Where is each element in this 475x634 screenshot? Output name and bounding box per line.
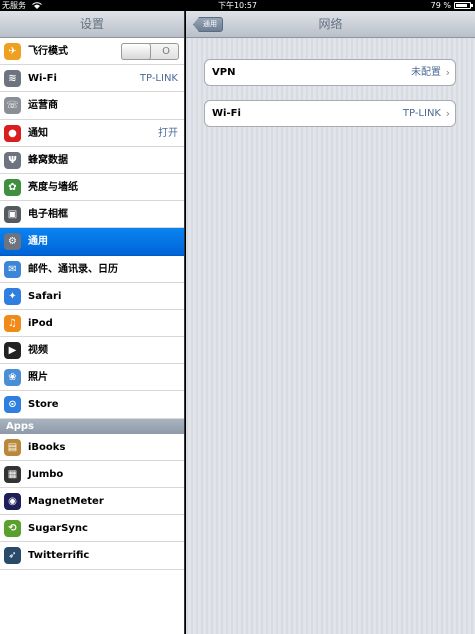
sidebar-item-label: Wi-Fi xyxy=(28,73,57,85)
sidebar-item-detail: TP-LINK xyxy=(139,73,178,85)
sidebar-item-label: SugarSync xyxy=(28,523,88,535)
sidebar-item-label: 视频 xyxy=(28,345,48,357)
magnet-icon: ◉ xyxy=(4,493,21,510)
airplane-mode-toggle[interactable]: O xyxy=(121,43,179,60)
sidebar-item-magnet[interactable]: ◉ MagnetMeter xyxy=(0,488,184,516)
back-button[interactable]: 通用 xyxy=(193,17,223,32)
sidebar-item-label: 通知 xyxy=(28,127,48,139)
video-icon: ▶ xyxy=(4,342,21,360)
sidebar-item-label: 照片 xyxy=(28,372,48,384)
sidebar-item-antenna[interactable]: Ψ 蜂窝数据 xyxy=(0,146,184,174)
chevron-right-icon: › xyxy=(445,66,450,79)
sync-icon: ⟲ xyxy=(4,520,21,538)
sidebar-item-video[interactable]: ▶ 视频 xyxy=(0,337,184,365)
sidebar-item-book[interactable]: ▤ iBooks xyxy=(0,433,184,461)
sidebar-item-bird[interactable]: ➶ Twitterrific xyxy=(0,542,184,570)
toggle-knob xyxy=(121,43,151,60)
sidebar-item-label: iPod xyxy=(28,317,53,329)
settings-sidebar: 设置 ✈ 飞行模式 O ≋ Wi-Fi TP-LINK ☏ 运营商 ● 通知 打开 Ψ 蜂窝数据 ✿ 亮度与… xyxy=(0,11,185,634)
settings-list: ✈ 飞行模式 O ≋ Wi-Fi TP-LINK ☏ 运营商 ● 通知 打开 Ψ 蜂窝数据 ✿ 亮度与墙纸 ▣… xyxy=(0,38,184,419)
battery-percent: 79 % xyxy=(430,1,451,10)
sidebar-item-detail: 打开 xyxy=(158,127,178,139)
sidebar-item-mail[interactable]: ✉ 邮件、通讯录、日历 xyxy=(0,255,184,283)
mail-icon: ✉ xyxy=(4,260,21,278)
sidebar-item-label: 运营商 xyxy=(28,100,58,112)
sidebar-item-label: 电子相框 xyxy=(28,209,68,221)
airplane-icon: ✈ xyxy=(4,43,21,60)
book-icon: ▤ xyxy=(4,438,21,456)
photo-frame-icon: ▣ xyxy=(4,206,21,224)
store-icon: ⊙ xyxy=(4,396,21,414)
wifi-value: TP-LINK xyxy=(402,108,441,119)
sidebar-item-label: 亮度与墙纸 xyxy=(28,181,78,193)
jumbo-icon: ▦ xyxy=(4,465,21,483)
sidebar-item-sync[interactable]: ⟲ SugarSync xyxy=(0,515,184,543)
sidebar-item-airplane[interactable]: ✈ 飞行模式 O xyxy=(0,38,184,66)
sidebar-item-notification[interactable]: ● 通知 打开 xyxy=(0,119,184,147)
wifi-icon: ≋ xyxy=(4,70,21,88)
sidebar-item-label: iBooks xyxy=(28,441,66,453)
bird-icon: ➶ xyxy=(4,547,21,565)
sidebar-item-label: MagnetMeter xyxy=(28,496,104,507)
toggle-state-label: O xyxy=(162,46,170,57)
apps-section-header: Apps xyxy=(0,418,184,434)
wifi-label: Wi-Fi xyxy=(212,108,241,119)
sidebar-item-compass[interactable]: ✦ Safari xyxy=(0,282,184,310)
compass-icon: ✦ xyxy=(4,287,21,305)
sidebar-item-jumbo[interactable]: ▦ Jumbo xyxy=(0,460,184,488)
battery-icon xyxy=(454,2,473,9)
chevron-right-icon: › xyxy=(445,107,450,120)
wifi-row[interactable]: Wi-Fi TP-LINK › xyxy=(204,100,456,127)
sidebar-item-gear[interactable]: ⚙ 通用 xyxy=(0,228,184,256)
sidebar-item-label: 邮件、通讯录、日历 xyxy=(28,263,118,275)
sidebar-item-store[interactable]: ⊙ Store xyxy=(0,391,184,419)
vpn-row[interactable]: VPN 未配置 › xyxy=(204,59,456,86)
sidebar-title: 设置 xyxy=(0,11,184,38)
sidebar-item-sunflower[interactable]: ❀ 照片 xyxy=(0,364,184,392)
sidebar-item-phone[interactable]: ☏ 运营商 xyxy=(0,92,184,120)
flower-icon: ✿ xyxy=(4,178,21,196)
gear-icon: ⚙ xyxy=(4,233,21,251)
detail-title: 网络 xyxy=(318,17,343,31)
sidebar-item-flower[interactable]: ✿ 亮度与墙纸 xyxy=(0,173,184,202)
sidebar-item-label: 蜂窝数据 xyxy=(28,154,68,166)
vpn-label: VPN xyxy=(212,67,236,78)
vpn-value: 未配置 xyxy=(411,67,441,78)
sidebar-item-label: 飞行模式 xyxy=(28,46,68,57)
notification-icon: ● xyxy=(4,124,21,142)
detail-pane: 通用 网络 VPN 未配置 › Wi-Fi TP-LINK › xyxy=(186,11,475,634)
antenna-icon: Ψ xyxy=(4,151,21,169)
sidebar-item-label: Twitterrific xyxy=(28,550,90,562)
detail-navbar: 通用 网络 xyxy=(186,11,475,38)
apps-list: ▤ iBooks ▦ Jumbo ◉ MagnetMeter ⟲ SugarSync ➶ Twit… xyxy=(0,433,184,570)
sidebar-item-wifi[interactable]: ≋ Wi-Fi TP-LINK xyxy=(0,65,184,93)
phone-icon: ☏ xyxy=(4,97,21,115)
sunflower-icon: ❀ xyxy=(4,369,21,387)
status-bar: 无服务 下午10:57 79 % xyxy=(0,0,475,11)
sidebar-item-ipod[interactable]: ♫ iPod xyxy=(0,309,184,338)
sidebar-item-label: Jumbo xyxy=(28,468,64,480)
ipod-icon: ♫ xyxy=(4,314,21,332)
sidebar-item-label: 通用 xyxy=(28,236,48,248)
sidebar-item-label: Store xyxy=(28,399,59,411)
clock: 下午10:57 xyxy=(217,1,258,10)
sidebar-item-label: Safari xyxy=(28,290,62,302)
sidebar-item-photo-frame[interactable]: ▣ 电子相框 xyxy=(0,201,184,229)
